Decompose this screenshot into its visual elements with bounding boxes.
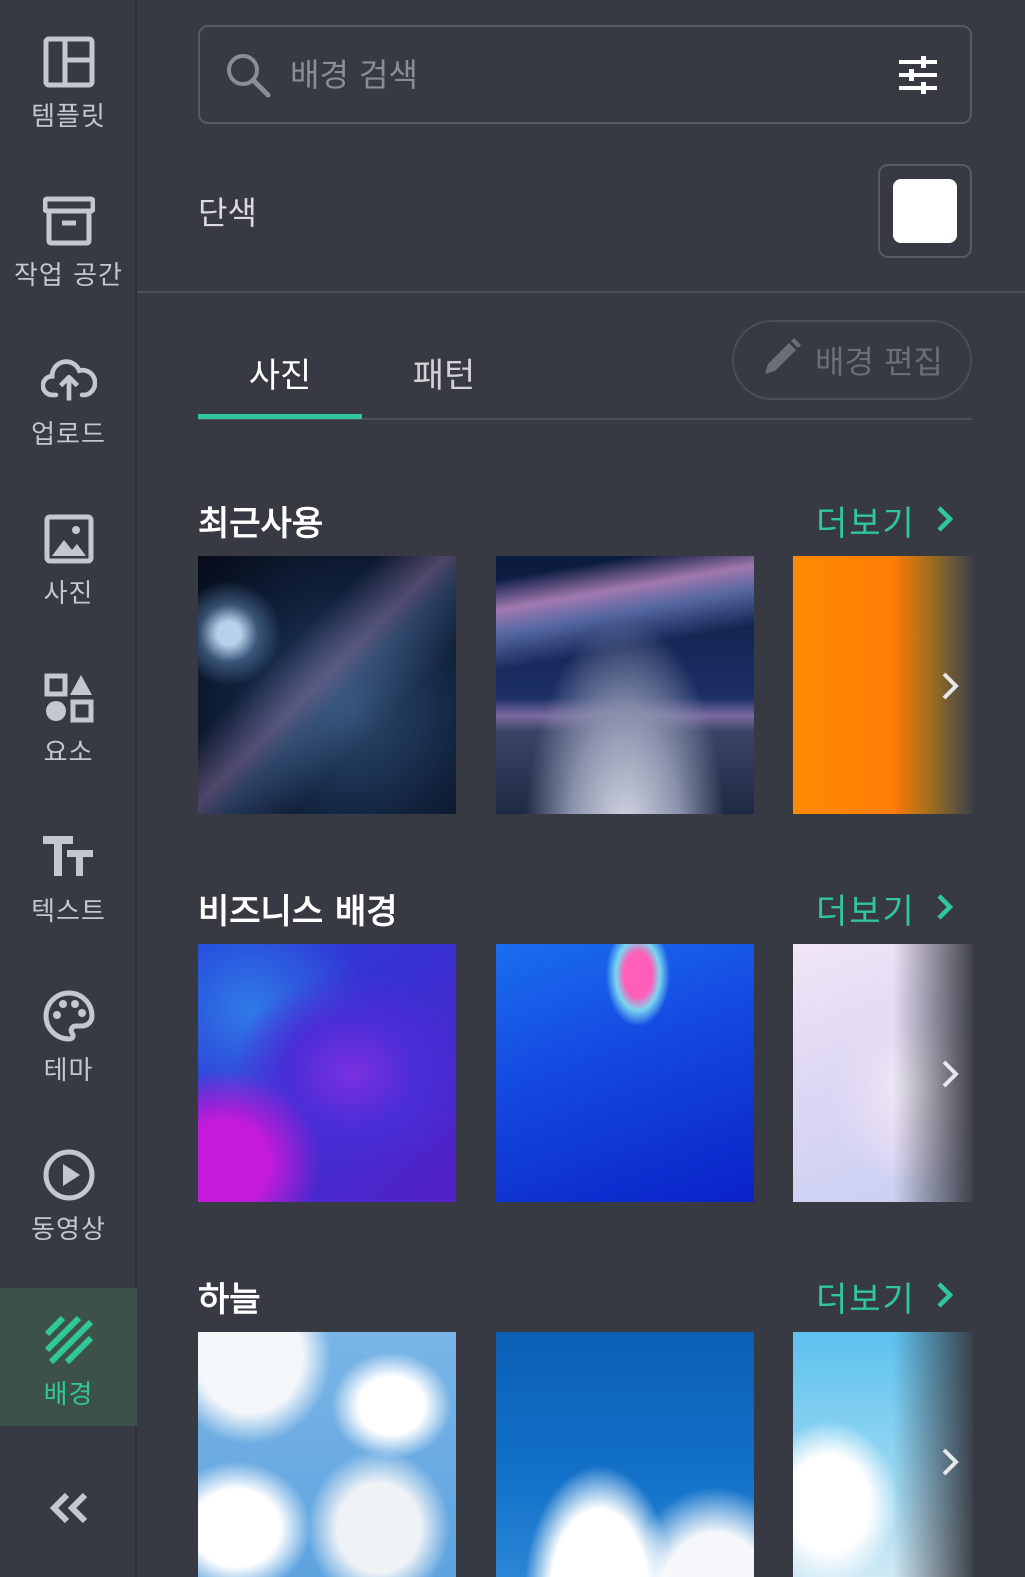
archive-icon [41, 193, 97, 249]
solid-color-swatch[interactable] [878, 164, 972, 258]
more-button[interactable]: 더보기 [816, 884, 954, 933]
edit-background-button[interactable]: 배경 편집 [732, 320, 972, 400]
background-thumbnail[interactable] [793, 1332, 973, 1577]
background-thumbnail[interactable] [793, 944, 973, 1202]
collapse-sidebar-button[interactable] [0, 1465, 137, 1555]
play-icon [41, 1147, 97, 1203]
search-bar [198, 25, 972, 124]
chevron-right-icon [936, 893, 954, 925]
section-title: 비즈니스 배경 [198, 892, 398, 932]
double-chevron-left-icon [49, 1492, 89, 1528]
more-label: 더보기 [816, 892, 916, 932]
tab-bar: 사진 패턴 배경 편집 [198, 320, 972, 420]
background-thumbnail[interactable] [496, 1332, 754, 1577]
section-business: 비즈니스 배경 더보기 [198, 884, 1025, 1214]
sidebar-item-template[interactable]: 템플릿 [0, 0, 137, 150]
sidebar-item-workspace[interactable]: 작업 공간 [0, 159, 137, 309]
tab-pattern[interactable]: 패턴 [362, 348, 526, 418]
more-label: 더보기 [816, 1280, 916, 1320]
more-label: 더보기 [816, 504, 916, 544]
divider [137, 291, 1025, 293]
shapes-icon [41, 670, 97, 726]
color-fill [893, 179, 957, 243]
chevron-right-icon[interactable] [935, 666, 965, 706]
tab-photo[interactable]: 사진 [198, 348, 362, 418]
sidebar-item-label: 요소 [43, 738, 94, 768]
sidebar-item-upload[interactable]: 업로드 [0, 318, 137, 468]
section-recent: 최근사용 더보기 [198, 496, 1025, 826]
background-thumbnail[interactable] [198, 944, 456, 1202]
more-button[interactable]: 더보기 [816, 496, 954, 545]
sidebar-item-label: 테마 [43, 1056, 94, 1086]
sidebar-item-label: 텍스트 [31, 897, 106, 927]
chevron-right-icon[interactable] [935, 1442, 965, 1482]
search-input[interactable] [290, 55, 896, 94]
sidebar-item-label: 작업 공간 [14, 261, 123, 291]
sidebar-item-photo[interactable]: 사진 [0, 477, 137, 627]
sidebar-item-label: 배경 [43, 1380, 94, 1410]
sidebar-item-label: 사진 [43, 579, 94, 609]
palette-icon [41, 988, 97, 1044]
section-sky: 하늘 더보기 [198, 1272, 1025, 1577]
chevron-right-icon[interactable] [935, 1054, 965, 1094]
chevron-right-icon [936, 505, 954, 537]
solid-color-label: 단색 [198, 194, 257, 232]
pencil-icon [761, 338, 802, 382]
sidebar-item-label: 업로드 [31, 420, 106, 450]
background-thumbnail[interactable] [198, 1332, 456, 1577]
sidebar: 템플릿 작업 공간 업로드 사진 요소 텍스트 테마 동영상 배경 [0, 0, 137, 1577]
sidebar-item-label: 템플릿 [31, 102, 106, 132]
background-thumbnail[interactable] [496, 944, 754, 1202]
edit-background-label: 배경 편집 [815, 343, 943, 381]
sidebar-item-label: 동영상 [31, 1215, 106, 1245]
sidebar-item-theme[interactable]: 테마 [0, 954, 137, 1104]
filter-sliders-icon[interactable] [896, 53, 940, 97]
search-icon [224, 51, 272, 99]
sidebar-item-video[interactable]: 동영상 [0, 1113, 137, 1263]
background-thumbnail[interactable] [793, 556, 973, 814]
cloud-upload-icon [40, 352, 97, 408]
more-button[interactable]: 더보기 [816, 1272, 954, 1321]
sidebar-item-background[interactable]: 배경 [0, 1288, 137, 1426]
template-icon [41, 34, 97, 90]
image-icon [41, 511, 97, 567]
section-title: 최근사용 [198, 504, 324, 544]
section-title: 하늘 [198, 1280, 261, 1320]
background-stripes-icon [41, 1312, 97, 1368]
chevron-right-icon [936, 1281, 954, 1313]
background-thumbnail[interactable] [496, 556, 754, 814]
background-thumbnail[interactable] [198, 556, 456, 814]
active-tab-indicator [198, 414, 362, 419]
sidebar-item-text[interactable]: 텍스트 [0, 795, 137, 945]
sidebar-item-elements[interactable]: 요소 [0, 636, 137, 786]
text-icon [41, 829, 97, 885]
